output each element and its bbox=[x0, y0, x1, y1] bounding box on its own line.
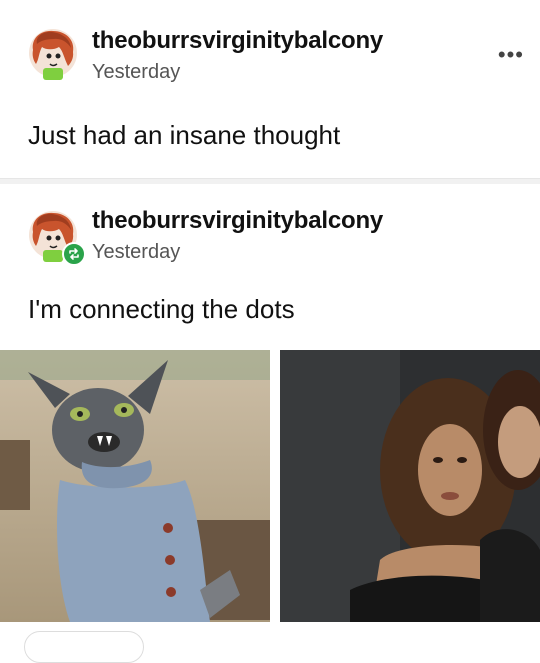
post-text: I'm connecting the dots bbox=[28, 294, 295, 324]
cat-photo[interactable] bbox=[0, 350, 270, 622]
post-header: theoburrsvirginitybalcony Yesterday bbox=[0, 184, 540, 266]
post-username[interactable]: theoburrsvirginitybalcony bbox=[92, 207, 383, 235]
post-time: Yesterday bbox=[92, 61, 181, 83]
action-pill[interactable] bbox=[24, 631, 144, 663]
reblog-icon bbox=[62, 242, 86, 266]
post-1: theoburrsvirginitybalcony Yesterday ••• … bbox=[0, 0, 540, 178]
more-options-icon[interactable]: ••• bbox=[498, 42, 524, 68]
post-time: Yesterday bbox=[92, 241, 181, 263]
post-2: theoburrsvirginitybalcony Yesterday I'm … bbox=[0, 184, 540, 640]
avatar[interactable] bbox=[26, 26, 80, 80]
portrait-photo[interactable] bbox=[280, 350, 540, 622]
image-gallery bbox=[0, 350, 540, 622]
post-username[interactable]: theoburrsvirginitybalcony bbox=[92, 27, 383, 55]
post-text: Just had an insane thought bbox=[28, 120, 341, 150]
post-header: theoburrsvirginitybalcony Yesterday ••• bbox=[0, 0, 540, 83]
